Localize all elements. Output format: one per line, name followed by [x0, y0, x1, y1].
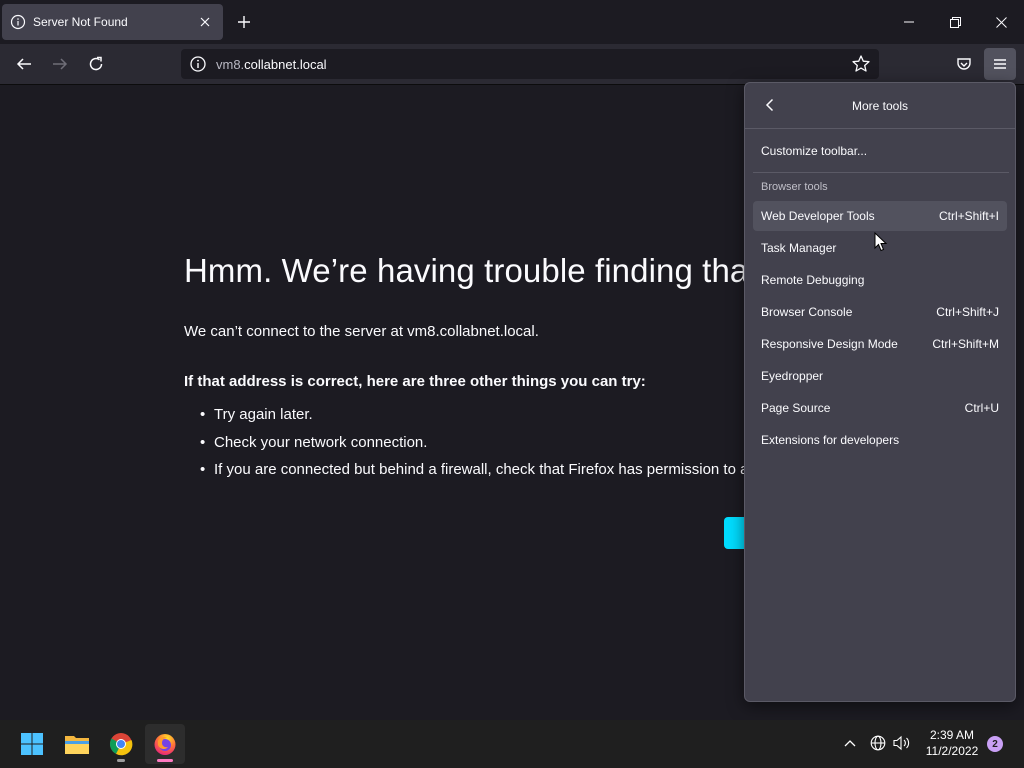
reload-button[interactable] [80, 48, 112, 80]
network-tray-button[interactable] [867, 732, 889, 754]
globe-network-icon [870, 735, 886, 751]
show-hidden-icons-button[interactable] [839, 732, 861, 754]
firefox-icon [154, 734, 176, 755]
restore-icon [949, 16, 961, 28]
clock-date: 11/2/2022 [925, 744, 979, 758]
active-indicator [157, 759, 173, 762]
menu-item-page-source[interactable]: Page Source Ctrl+U [753, 393, 1007, 423]
chevron-left-icon [765, 98, 774, 112]
new-tab-button[interactable] [232, 10, 256, 34]
menu-item-responsive-design-mode[interactable]: Responsive Design Mode Ctrl+Shift+M [753, 329, 1007, 359]
menu-item-eyedropper[interactable]: Eyedropper [753, 361, 1007, 391]
folder-icon [65, 736, 89, 754]
forward-button[interactable] [44, 48, 76, 80]
minimize-button[interactable] [886, 0, 932, 44]
volume-tray-button[interactable] [891, 732, 913, 754]
notification-badge[interactable]: 2 [987, 736, 1003, 752]
chrome-icon [109, 733, 133, 756]
customize-toolbar-item[interactable]: Customize toolbar... [753, 136, 1007, 166]
back-button[interactable] [8, 48, 40, 80]
firefox-button[interactable] [145, 724, 185, 764]
tab-strip: Server Not Found [0, 0, 1024, 44]
error-title: Hmm. We’re having trouble finding that s [184, 252, 784, 289]
speaker-icon [893, 735, 910, 751]
arrow-left-icon [16, 58, 31, 70]
close-icon [995, 16, 1007, 28]
pocket-icon [957, 58, 971, 70]
menu-item-browser-console[interactable]: Browser Console Ctrl+Shift+J [753, 297, 1007, 327]
bookmark-star-icon[interactable] [851, 54, 871, 74]
clock-time: 2:39 AM [929, 728, 975, 742]
error-subheading: If that address is correct, here are thr… [184, 373, 646, 390]
navigation-toolbar: vm8.collabnet.local [0, 44, 1024, 85]
menu-item-web-developer-tools[interactable]: Web Developer Tools Ctrl+Shift+I [753, 201, 1007, 231]
pocket-button[interactable] [948, 48, 980, 80]
taskbar-clock[interactable]: 2:39 AM 11/2/2022 [912, 727, 992, 759]
tab-title: Server Not Found [33, 15, 128, 29]
address-bar[interactable]: vm8.collabnet.local [181, 49, 879, 79]
mouse-cursor-icon [874, 232, 888, 252]
divider [753, 172, 1009, 173]
plus-icon [238, 16, 250, 28]
tab-server-not-found[interactable]: Server Not Found [2, 4, 223, 40]
menu-item-extensions-for-developers[interactable]: Extensions for developers [753, 425, 1007, 455]
hamburger-menu-icon [994, 59, 1006, 69]
list-item: • Check your network connection. [200, 433, 428, 451]
list-item: • If you are connected but behind a firew… [200, 461, 749, 478]
site-info-icon[interactable] [189, 55, 207, 73]
taskbar: 2:39 AM 11/2/2022 [0, 720, 1024, 768]
browser-tools-label: Browser tools [761, 181, 828, 193]
menu-item-remote-debugging[interactable]: Remote Debugging [753, 265, 1007, 295]
running-indicator [117, 759, 125, 762]
start-button[interactable] [12, 724, 52, 764]
windows-start-icon [21, 733, 43, 755]
restore-button[interactable] [932, 0, 978, 44]
more-tools-panel: More tools Customize toolbar... Browser … [744, 82, 1016, 702]
url-text: vm8.collabnet.local [216, 56, 327, 72]
panel-header: More tools [745, 83, 1015, 129]
error-description: We can’t connect to the server at vm8.co… [184, 323, 539, 340]
tab-close-icon[interactable] [195, 12, 215, 32]
panel-back-button[interactable] [759, 94, 781, 116]
list-item: • Try again later. [200, 406, 313, 423]
reload-icon [89, 56, 103, 71]
panel-title: More tools [851, 98, 909, 113]
chevron-up-icon [844, 740, 856, 747]
file-explorer-button[interactable] [57, 724, 97, 764]
minimize-icon [904, 21, 914, 23]
chrome-button[interactable] [101, 724, 141, 764]
info-icon [10, 14, 26, 30]
close-window-button[interactable] [978, 0, 1024, 44]
error-tips-list: • Try again later. • Check your network co… [200, 406, 748, 489]
arrow-right-icon [53, 58, 68, 70]
app-menu-button[interactable] [984, 48, 1016, 80]
